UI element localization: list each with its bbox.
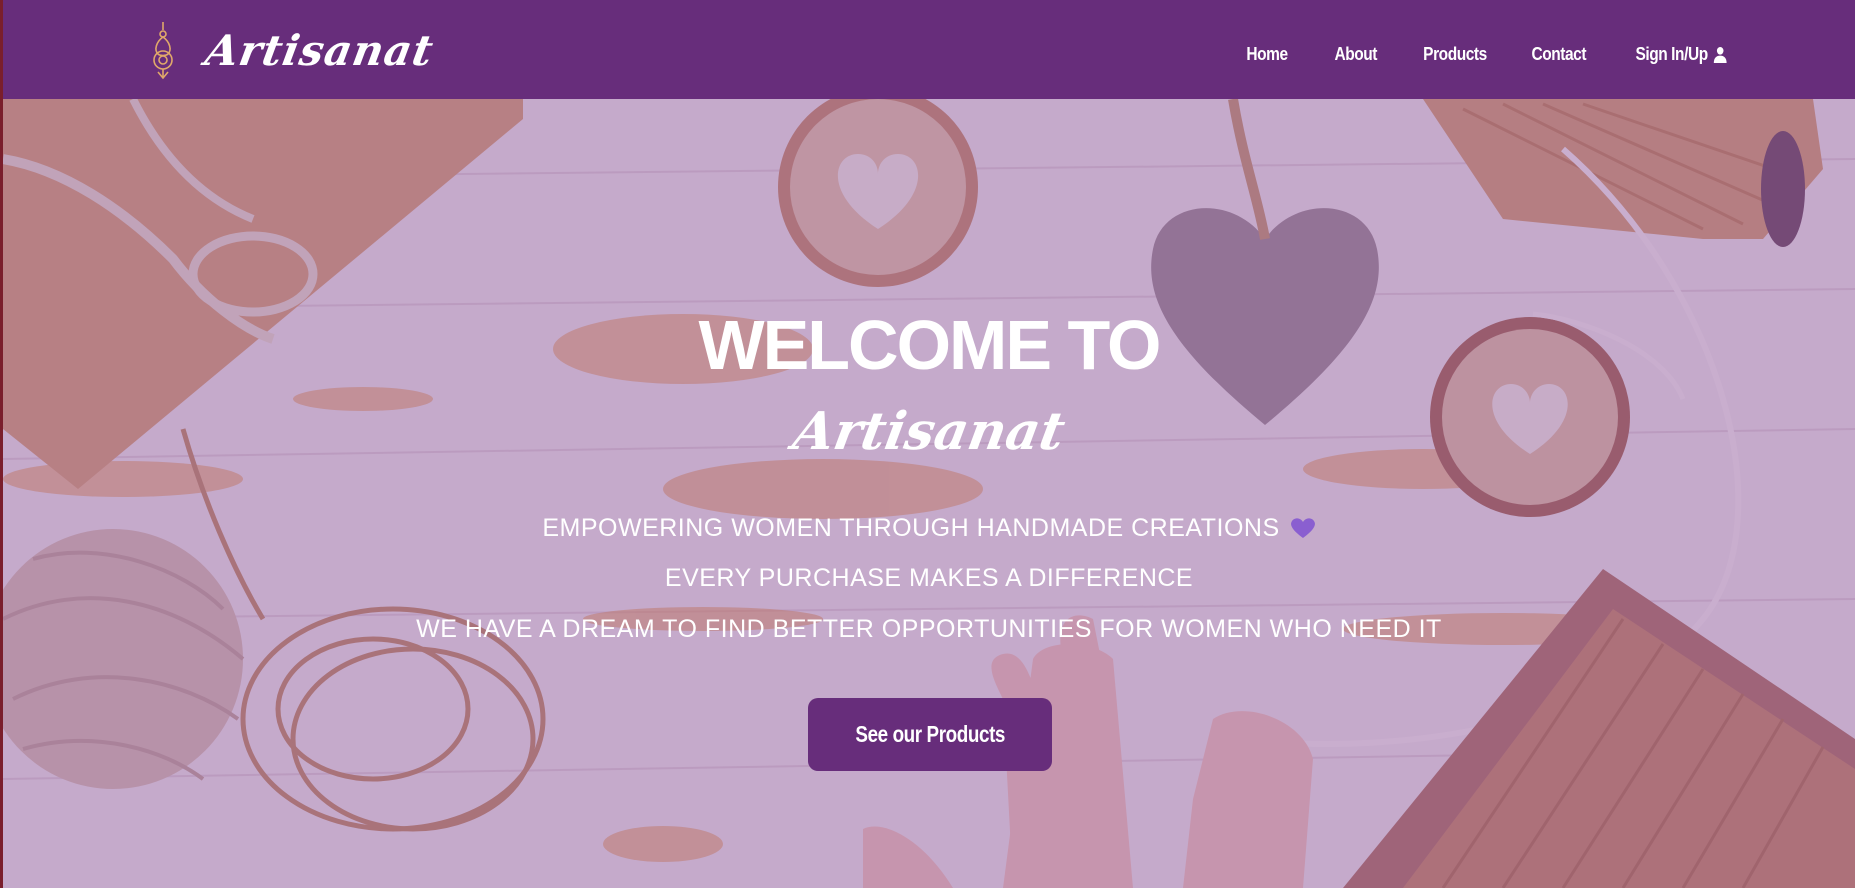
hero-content: WELCOME TO Artisanat EMPOWERING WOMEN TH… [3,99,1855,888]
tagline-purchase: EVERY PURCHASE MAKES A DIFFERENCE [664,564,1194,592]
ornament-logo-icon [153,22,173,80]
tagline-dream: WE HAVE A DREAM TO FIND BETTER OPPORTUNI… [416,615,1442,643]
brand-logo[interactable]: Artisanat [148,20,438,80]
nav-products-link[interactable]: Products [1423,44,1487,65]
nav-sign-in-label: Sign In/Up [1635,44,1708,64]
nav-contact-link[interactable]: Contact [1531,44,1586,65]
welcome-heading: WELCOME TO [698,306,1162,384]
user-icon [1713,46,1727,63]
window-edge [0,0,3,888]
heart-icon [1290,518,1315,538]
tagline-empowering-text: EMPOWERING WOMEN THROUGH HANDMADE CREATI… [542,514,1280,542]
tagline-empowering: EMPOWERING WOMEN THROUGH HANDMADE CREATI… [3,516,1855,541]
brand-name: Artisanat [201,26,438,75]
nav-about-link[interactable]: About [1334,44,1377,65]
nav-sign-in-link[interactable]: Sign In/Up [1635,44,1727,65]
see-products-button[interactable]: See our Products [808,698,1052,771]
navbar: Artisanat Home About Products Contact Si… [0,0,1855,99]
hero-section: WELCOME TO Artisanat EMPOWERING WOMEN TH… [3,99,1855,888]
see-products-label: See our Products [855,721,1005,747]
hero-brand-name: Artisanat [788,401,1070,462]
nav-home-link[interactable]: Home [1246,44,1288,65]
